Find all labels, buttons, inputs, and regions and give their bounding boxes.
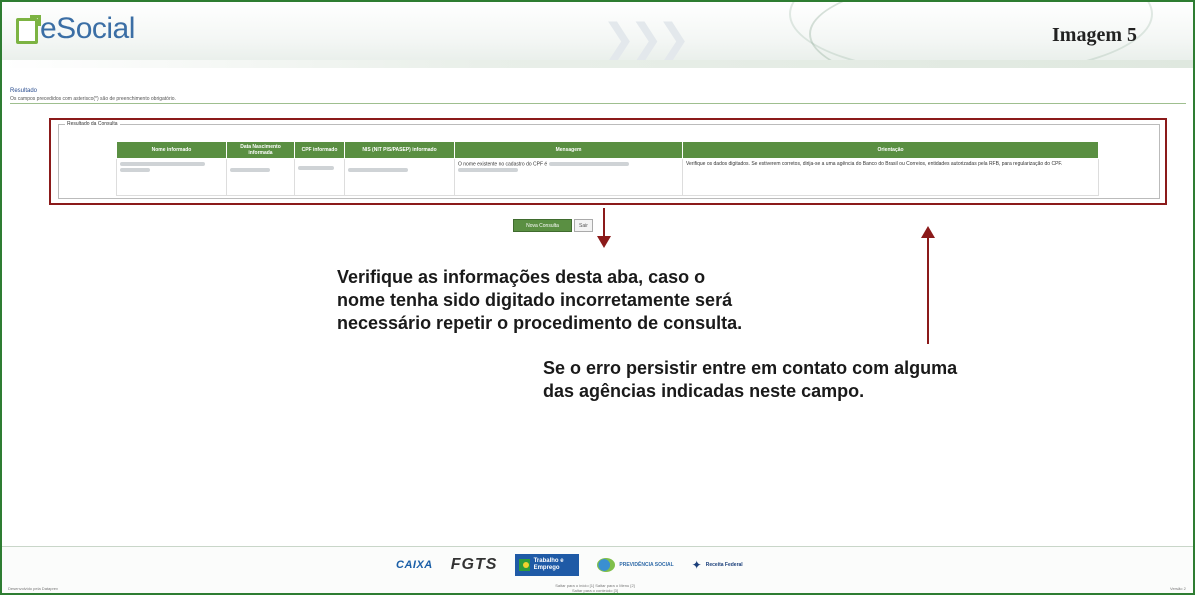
skip-link[interactable]: Saltar para o conteúdo [3] bbox=[520, 588, 670, 593]
cell-mensagem: O nome existente no cadastro do CPF é bbox=[454, 158, 683, 196]
column-header: NIS (NIT PIS/PASEP) informado bbox=[344, 141, 455, 159]
callout-contact-agency: Se o erro persistir entre em contato com… bbox=[543, 357, 1063, 403]
message-text: O nome existente no cadastro do CPF é bbox=[458, 161, 548, 168]
arrow-down-head-icon bbox=[597, 236, 611, 248]
receita-logo-text: Receita Federal bbox=[705, 562, 743, 568]
logo-icon bbox=[16, 15, 41, 44]
exit-button[interactable]: Sair bbox=[574, 219, 593, 232]
previdencia-icon bbox=[597, 558, 616, 572]
previdencia-logo-text: PREVIDÊNCIA SOCIAL bbox=[619, 562, 674, 568]
section-title: Resultado bbox=[10, 88, 38, 94]
footer-divider bbox=[2, 546, 1193, 547]
table-row: O nome existente no cadastro do CPF é Ve… bbox=[116, 158, 1099, 196]
new-query-button[interactable]: Nova Consulta bbox=[513, 219, 572, 232]
eagle-icon: ✦ bbox=[691, 558, 702, 572]
column-header: Orientação bbox=[682, 141, 1099, 159]
arrow-up-head-icon bbox=[921, 226, 935, 238]
redacted-value bbox=[458, 168, 518, 173]
callout-line: das agências indicadas neste campo. bbox=[543, 381, 865, 401]
table-header-row: Nome informado Data Nascimento informada… bbox=[116, 141, 1099, 159]
section-divider bbox=[10, 103, 1186, 104]
header-banner: ❯❯❯ eSocial Imagem 5 bbox=[2, 2, 1193, 68]
column-header: Mensagem bbox=[454, 141, 683, 159]
redacted-value bbox=[120, 162, 205, 166]
developer-credit: Desenvolvido pela Dataprev bbox=[8, 586, 59, 591]
header-chevrons: ❯❯❯ bbox=[602, 16, 691, 62]
arrow-up-icon bbox=[927, 236, 929, 344]
cell-orientacao: Verifique os dados digitados. Se estiver… bbox=[682, 158, 1099, 196]
callout-check-info: Verifique as informações desta aba, caso… bbox=[337, 266, 857, 335]
brazil-flag-icon bbox=[519, 559, 530, 571]
header-band bbox=[2, 60, 1193, 68]
redacted-value bbox=[298, 166, 334, 170]
column-header: CPF informado bbox=[294, 141, 345, 159]
redacted-value bbox=[230, 168, 270, 172]
cell-cpf bbox=[294, 158, 345, 196]
image-label: Imagem 5 bbox=[1052, 24, 1137, 46]
partner-logos: CAIXA FGTS Trabalho e Emprego PREVIDÊNCI… bbox=[396, 553, 743, 577]
redacted-value bbox=[120, 168, 150, 173]
callout-line: nome tenha sido digitado incorretamente … bbox=[337, 290, 733, 310]
cell-data-nascimento bbox=[226, 158, 295, 196]
receita-federal-logo[interactable]: ✦ Receita Federal bbox=[692, 558, 743, 572]
result-table: Nome informado Data Nascimento informada… bbox=[116, 141, 1099, 196]
callout-line: Verifique as informações desta aba, caso… bbox=[337, 267, 706, 287]
column-header: Nome informado bbox=[116, 141, 227, 159]
column-header: Data Nascimento informada bbox=[226, 141, 295, 159]
mte-logo[interactable]: Trabalho e Emprego bbox=[515, 554, 580, 576]
caixa-logo[interactable]: CAIXA bbox=[396, 559, 433, 571]
mte-logo-text: Trabalho e Emprego bbox=[533, 558, 564, 571]
fgts-logo[interactable]: FGTS bbox=[451, 556, 498, 574]
cell-nis bbox=[344, 158, 455, 196]
redacted-value bbox=[348, 168, 408, 172]
skip-links[interactable]: Saltar para o início [1] Saltar para o M… bbox=[520, 583, 670, 593]
previdencia-logo[interactable]: PREVIDÊNCIA SOCIAL bbox=[597, 558, 674, 572]
cell-nome bbox=[116, 158, 227, 196]
redacted-value bbox=[548, 162, 629, 166]
version-label: Versão 2 bbox=[1170, 586, 1186, 591]
callout-line: Se o erro persistir entre em contato com… bbox=[543, 358, 958, 378]
logo-text: eSocial bbox=[40, 12, 135, 45]
callout-line: necessário repetir o procedimento de con… bbox=[337, 313, 743, 333]
required-fields-note: Os campos precedidos com asterisco(*) sã… bbox=[10, 96, 176, 102]
